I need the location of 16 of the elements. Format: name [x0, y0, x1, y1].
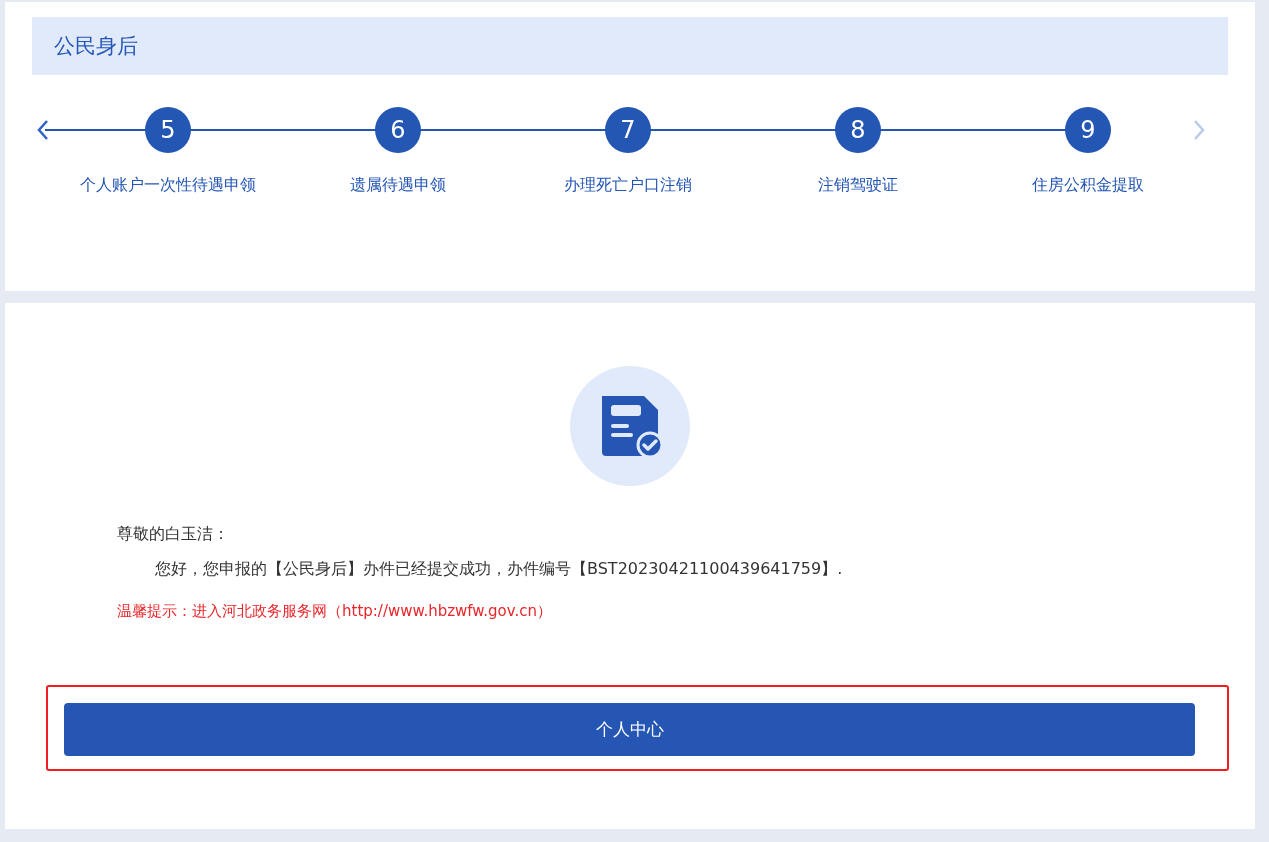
- personal-center-button[interactable]: 个人中心: [64, 703, 1195, 756]
- step-number[interactable]: 6: [375, 107, 421, 153]
- success-message: 您好，您申报的【公民身后】办件已经提交成功，办件编号【BST20230421100439641759】.: [154, 559, 844, 580]
- step-number[interactable]: 9: [1065, 107, 1111, 153]
- step-label[interactable]: 注销驾驶证: [818, 175, 898, 196]
- chevron-left-icon[interactable]: [35, 119, 50, 141]
- step-number[interactable]: 8: [835, 107, 881, 153]
- tip-text: 温馨提示：进入河北政务服务网（http://www.hbzwfw.gov.cn）: [117, 602, 553, 621]
- step-number[interactable]: 5: [145, 107, 191, 153]
- step-label[interactable]: 遗属待遇申领: [350, 175, 446, 196]
- step-label[interactable]: 个人账户一次性待遇申领: [80, 175, 256, 196]
- step-number[interactable]: 7: [605, 107, 651, 153]
- step-label[interactable]: 住房公积金提取: [1032, 175, 1144, 196]
- step-label[interactable]: 办理死亡户口注销: [564, 175, 692, 196]
- greeting-text: 尊敬的白玉洁：: [117, 524, 230, 545]
- section-title: 公民身后: [54, 33, 138, 60]
